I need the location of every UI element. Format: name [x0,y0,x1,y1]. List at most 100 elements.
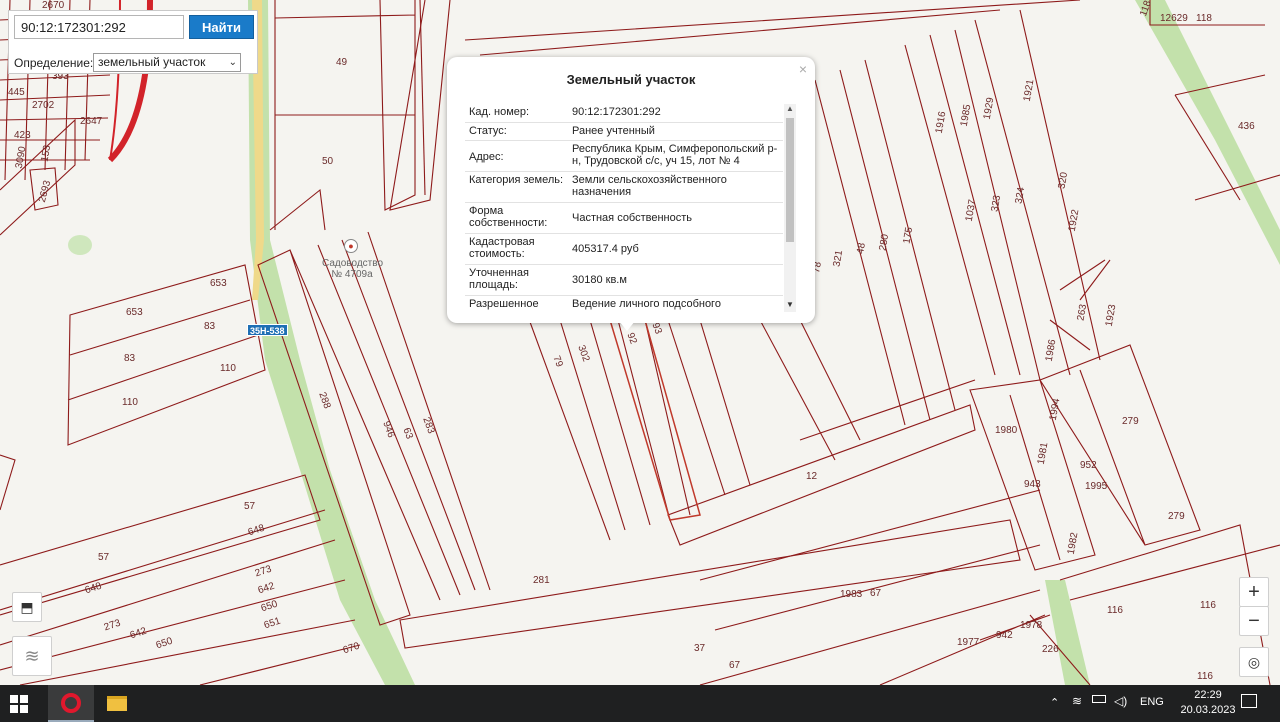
locate-icon[interactable]: ◎ [1239,647,1269,677]
parcel-label: 423 [14,130,31,141]
popup-pointer [619,321,635,331]
green-strip-bottom [1045,580,1090,685]
close-icon[interactable]: × [799,61,807,77]
definition-label: Определение: [14,56,94,70]
zoom-in-button[interactable]: + [1239,577,1269,607]
chevron-down-icon[interactable]: ▼ [784,300,796,312]
parcel-label: 67 [729,660,741,671]
attr-row: Статус: Ранее учтенный [465,123,783,141]
find-button[interactable]: Найти [189,15,254,39]
attr-key: Разрешенное [469,298,539,310]
volume-icon[interactable]: ◁) [1114,694,1127,708]
attr-value: Республика Крым, Симферопольский р-н, Тр… [572,143,778,167]
parcel-label: 116 [1107,605,1123,616]
poi-icon[interactable]: ● [344,239,358,253]
parcel-label: 49 [336,57,348,68]
parcel-label: 116 [1200,600,1216,611]
attr-row: Кадастровая стоимость: 405317.4 руб [465,234,783,265]
attr-key: Адрес: [469,151,504,163]
parcel-label: 226 [1042,644,1059,655]
parcel-label: 279 [1122,416,1139,427]
parcel-label: 653 [126,307,143,318]
parcel-info-popup: Земельный участок × Кад. номер: 90:12:172… [447,57,815,331]
popup-scrollbar[interactable]: ▲ ▼ [784,104,796,312]
parcel-label: 1977 [957,637,980,648]
windows-start-icon[interactable] [10,695,28,713]
parcel-label: 2702 [32,100,55,111]
attr-row: Кад. номер: 90:12:172301:292 [465,104,783,123]
parcel-label: 110 [220,363,236,374]
parcel-label: 12 [806,471,818,482]
green-strip-right [1135,0,1280,265]
attr-value: Ведение личного подсобного [572,298,721,310]
parcel-label: 952 [1080,460,1097,471]
selected-parcel[interactable] [608,319,701,521]
file-explorer-icon[interactable] [104,685,130,722]
opera-browser-icon[interactable] [48,685,94,722]
parcel-label: 37 [694,643,706,654]
clock[interactable]: 22:29 20.03.2023 [1178,688,1238,718]
scrollbar-thumb[interactable] [786,118,794,242]
attr-key: Кадастровая стоимость: [469,236,535,260]
chevron-down-icon: ⌄ [228,57,237,68]
layers-icon[interactable]: ≋ [12,636,52,676]
poi-label: Садоводство № 4709а [322,258,384,280]
attr-row: Адрес: Республика Крым, Симферопольский р… [465,141,783,172]
chevron-up-icon[interactable]: ⌃ [1050,696,1059,709]
attr-row: Разрешенное Ведение личного подсобного [465,296,783,312]
object-type-select[interactable]: земельный участок ⌄ [93,53,241,72]
parcel-label: 1978 [1020,620,1043,631]
road-badge: 35Н-538 [247,324,288,336]
attr-row: Форма собственности: Частная собственност… [465,203,783,234]
parcel-label: 445 [8,87,25,98]
ruler-icon[interactable]: ⬒ [12,592,42,622]
parcel-label: 12629 [1160,13,1188,24]
attr-value: 30180 кв.м [572,274,627,286]
attr-row: Категория земель: Земли сельскохозяйствен… [465,172,783,203]
parcel-label: 942 [996,630,1013,641]
parcel-label: 57 [98,552,110,563]
parcel-label: 943 [1024,479,1041,490]
parcel-label: 279 [1168,511,1185,522]
attr-value: Ранее учтенный [572,125,655,137]
parcel-label: 110 [122,397,138,408]
attr-value: 90:12:172301:292 [572,106,661,118]
notification-icon[interactable] [1241,694,1257,708]
search-panel: Найти Определение: земельный участок ⌄ [8,10,258,74]
parcel-label: 1980 [995,425,1018,436]
chevron-up-icon[interactable]: ▲ [784,104,796,116]
cadastral-number-input[interactable] [14,15,184,39]
parcel-label: 1995 [1085,481,1108,492]
windows-taskbar: ⌃ ≋ ◁) ENG 22:29 20.03.2023 [0,685,1280,722]
attr-key: Кад. номер: [469,106,530,118]
attr-value: Частная собственность [572,212,693,224]
attr-row: Уточненная площадь: 30180 кв.м [465,265,783,296]
attr-value: 405317.4 руб [572,243,639,255]
parcel-label: 281 [533,575,550,586]
object-type-value: земельный участок [98,55,206,69]
parcel-label: 57 [244,501,256,512]
attr-value: Земли сельскохозяйственного назначения [572,174,727,198]
parcel-label: 436 [1238,121,1255,132]
parcel-label: 48 [855,242,868,255]
parcel-attributes-table: Кад. номер: 90:12:172301:292 Статус: Ранее… [465,104,783,312]
popup-title: Земельный участок [566,72,696,87]
parcel-label: 2647 [80,116,103,127]
language-indicator[interactable]: ENG [1140,696,1164,708]
parcel-label: 1983 [840,589,863,600]
parcel-label: 83 [124,353,136,364]
parcel-label: 50 [322,156,334,167]
green-spot [68,235,92,255]
battery-icon[interactable] [1092,695,1106,703]
clock-date: 20.03.2023 [1180,704,1236,716]
parcel-label: 67 [870,588,882,599]
zoom-out-button[interactable]: − [1239,606,1269,636]
parcel-label: 83 [204,321,216,332]
cadastral-map[interactable]: 49 50 653 653 83 83 110 110 57 648 57 64… [0,0,1280,685]
parcel-label: 116 [1197,671,1213,682]
attr-key: Статус: [469,125,507,137]
attr-key: Форма собственности: [469,205,548,229]
wifi-icon[interactable]: ≋ [1072,694,1082,708]
parcel-label: 118 [1196,13,1212,24]
clock-time: 22:29 [1194,689,1222,701]
